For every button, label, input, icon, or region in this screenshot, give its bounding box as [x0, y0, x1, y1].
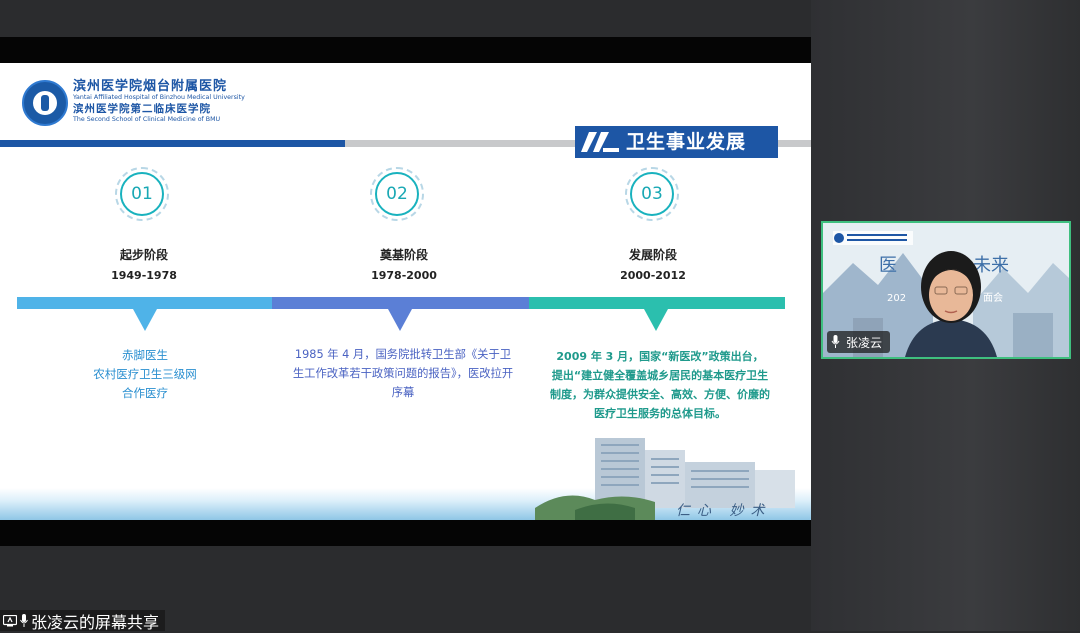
desc-line: 生工作改革若干政策问题的报告》，医改拉开	[292, 367, 514, 380]
microphone-icon	[20, 613, 28, 627]
timeline-bar-03	[529, 297, 785, 309]
participant-name-badge: 张凌云	[827, 331, 891, 353]
stage-desc-01: 赤脚医生 农村医疗卫生三级网 合作医疗	[60, 346, 230, 403]
calligraphy-motto: 仁心 妙术	[676, 503, 772, 519]
stage-name-02: 奠基阶段	[379, 248, 428, 262]
stage-circle-01: 01	[115, 167, 169, 221]
slide-title: 卫生事业发展	[626, 131, 747, 153]
header-stripe-blue	[0, 140, 345, 147]
desc-line: 医疗卫生服务的总体目标。	[594, 407, 726, 420]
timeline-bar-01	[17, 297, 272, 309]
stage-years-02: 1978-2000	[371, 269, 437, 282]
bg-sub-a: 202	[887, 293, 906, 304]
slide-title-box: 卫生事业发展	[575, 126, 778, 158]
stage-number: 03	[641, 184, 663, 204]
logo-cn-line1: 滨州医学院烟台附属医院	[73, 79, 228, 94]
timeline-pointer-01	[133, 309, 157, 331]
screen-share-area: 滨州医学院烟台附属医院 Yantai Affiliated Hospital o…	[0, 0, 811, 632]
microphone-icon	[831, 335, 840, 348]
logo-cn-line2: 滨州医学院第二临床医学院	[73, 103, 211, 115]
stage-name-01: 起步阶段	[119, 248, 168, 262]
double-slash-icon	[581, 132, 619, 152]
stage-circle-03: 03	[625, 167, 679, 221]
stage-desc-03: 2009 年 3 月，国家“新医改”政策出台， 提出“建立健全覆盖城乡居民的基本…	[535, 347, 785, 423]
timeline-pointer-03	[644, 309, 668, 331]
stage-name-03: 发展阶段	[628, 248, 677, 262]
desc-line: 1985 年 4 月，国务院批转卫生部《关于卫	[294, 348, 512, 361]
shared-slide: 滨州医学院烟台附属医院 Yantai Affiliated Hospital o…	[0, 63, 811, 520]
stage-desc-02: 1985 年 4 月，国务院批转卫生部《关于卫 生工作改革若干政策问题的报告》，…	[273, 345, 533, 402]
top-bar	[0, 0, 811, 37]
stage-circle-02: 02	[370, 167, 424, 221]
participant-video-tile[interactable]: 医 未来 202 面会 张凌云	[821, 221, 1071, 359]
letterbox-bottom	[0, 520, 811, 546]
screen-share-icon	[3, 614, 17, 626]
desc-line: 制度，为群众提供安全、高效、方便、价廉的	[550, 388, 770, 401]
bg-title-a: 医	[879, 255, 897, 276]
screen-share-label: 张凌云的屏幕共享	[0, 610, 166, 632]
desc-line: 2009 年 3 月，国家“新医改”政策出台，	[556, 350, 764, 363]
share-label-text: 张凌云的屏幕共享	[31, 612, 160, 632]
desc-line: 序幕	[391, 386, 415, 399]
institution-logo: 滨州医学院烟台附属医院 Yantai Affiliated Hospital o…	[73, 79, 245, 124]
bg-sub-b: 面会	[983, 291, 1003, 304]
logo-en-line2: The Second School of Clinical Medicine o…	[73, 116, 221, 123]
desc-line: 赤脚医生	[122, 348, 168, 362]
desc-line: 提出“建立健全覆盖城乡居民的基本医疗卫生	[551, 369, 769, 382]
timeline-pointer-02	[388, 309, 412, 331]
logo-en-line1: Yantai Affiliated Hospital of Binzhou Me…	[73, 94, 245, 101]
stage-number: 01	[131, 184, 153, 204]
letterbox-top	[0, 37, 811, 63]
desc-line: 农村医疗卫生三级网	[93, 367, 197, 381]
timeline-bar-02	[272, 297, 529, 309]
stage-number: 02	[386, 184, 408, 204]
university-seal-icon	[22, 80, 68, 126]
stage-years-01: 1949-1978	[111, 269, 177, 282]
stage-years-03: 2000-2012	[620, 269, 686, 282]
participant-name: 张凌云	[846, 335, 883, 350]
desc-line: 合作医疗	[122, 386, 168, 400]
